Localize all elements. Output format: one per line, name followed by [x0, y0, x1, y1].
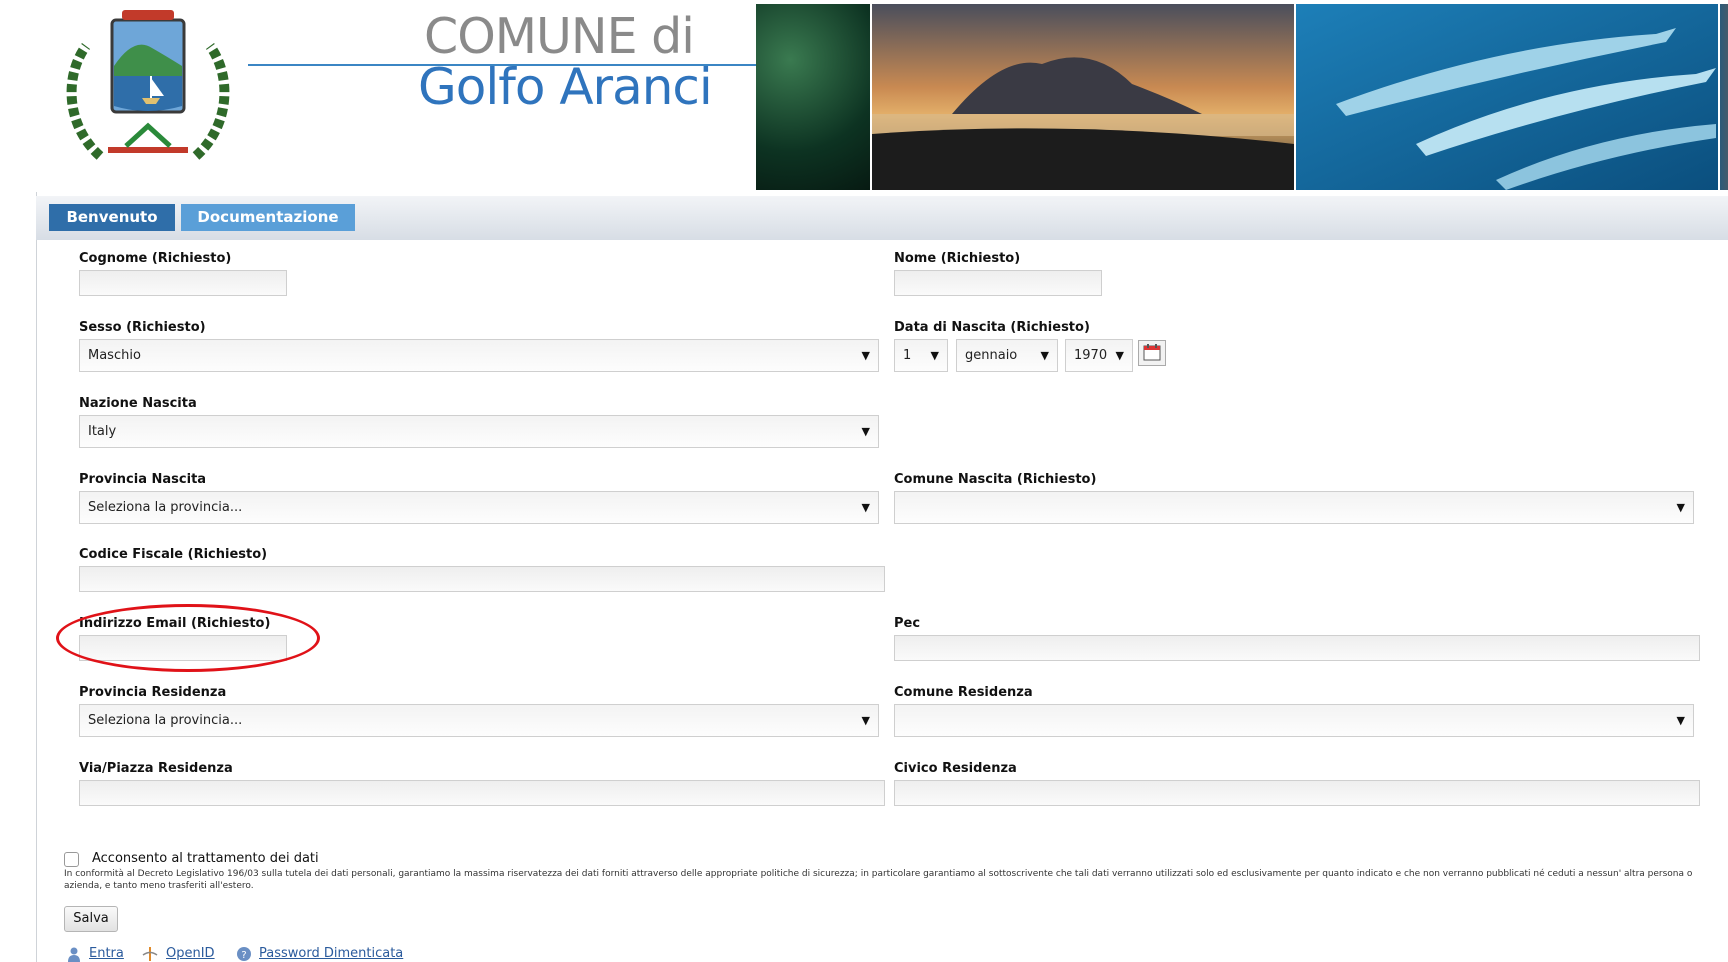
codice-fiscale-label: Codice Fiscale (Richiesto): [79, 547, 268, 562]
red-annotation-circle: [56, 604, 320, 672]
giorno-select[interactable]: 1 ▼: [894, 339, 948, 372]
chevron-down-icon: ▼: [1040, 349, 1049, 362]
giorno-value: 1: [903, 348, 912, 363]
pec-label: Pec: [894, 616, 921, 631]
password-reset-link[interactable]: Password Dimenticata: [259, 946, 403, 961]
nome-input[interactable]: [894, 270, 1102, 296]
tab-documentazione[interactable]: Documentazione: [181, 204, 355, 231]
pec-input[interactable]: [894, 635, 1700, 661]
provincia-residenza-label: Provincia Residenza: [79, 685, 227, 700]
sesso-select[interactable]: Maschio ▼: [79, 339, 879, 372]
help-icon: ?: [237, 947, 251, 961]
header-photo-edge: [1720, 4, 1728, 190]
nazione-select[interactable]: Italy ▼: [79, 415, 879, 448]
privacy-notice: In conformità al Decreto Legislativo 196…: [64, 869, 1693, 891]
via-label: Via/Piazza Residenza: [79, 761, 233, 776]
comune-nascita-select[interactable]: ▼: [894, 491, 1694, 524]
chevron-down-icon: ▼: [930, 349, 939, 362]
consent-label: Acconsento al trattamento dei dati: [92, 851, 319, 866]
sesso-value: Maschio: [88, 348, 141, 363]
header-photo-seaweed: [756, 4, 870, 190]
tab-benvenuto[interactable]: Benvenuto: [49, 204, 175, 231]
header-photo-sunset: [872, 4, 1294, 190]
cognome-label: Cognome (Richiesto): [79, 251, 232, 266]
calendar-button[interactable]: [1138, 340, 1166, 366]
nazione-value: Italy: [88, 424, 117, 439]
chevron-down-icon: ▼: [861, 349, 870, 362]
provincia-residenza-select[interactable]: Seleziona la provincia... ▼: [79, 704, 879, 737]
openid-icon: [142, 947, 158, 961]
cognome-input[interactable]: [79, 270, 287, 296]
save-button[interactable]: Salva: [64, 906, 118, 932]
civico-label: Civico Residenza: [894, 761, 1017, 776]
chevron-down-icon: ▼: [1115, 349, 1124, 362]
via-input[interactable]: [79, 780, 885, 806]
mese-value: gennaio: [965, 348, 1018, 363]
chevron-down-icon: ▼: [861, 714, 870, 727]
mese-select[interactable]: gennaio ▼: [956, 339, 1058, 372]
provincia-residenza-value: Seleziona la provincia...: [88, 713, 243, 728]
codice-fiscale-input[interactable]: [79, 566, 885, 592]
header-title-line2: Golfo Aranci: [418, 58, 713, 116]
nazione-label: Nazione Nascita: [79, 396, 197, 411]
login-link[interactable]: Entra: [89, 946, 124, 961]
sesso-label: Sesso (Richiesto): [79, 320, 206, 335]
consent-checkbox[interactable]: [64, 852, 79, 867]
comune-residenza-select[interactable]: ▼: [894, 704, 1694, 737]
comune-nascita-label: Comune Nascita (Richiesto): [894, 472, 1097, 487]
header-photo-fish: [1296, 4, 1718, 190]
openid-link[interactable]: OpenID: [166, 946, 215, 961]
anno-select[interactable]: 1970 ▼: [1065, 339, 1133, 372]
chevron-down-icon: ▼: [1676, 714, 1685, 727]
anno-value: 1970: [1074, 348, 1108, 363]
comune-residenza-label: Comune Residenza: [894, 685, 1033, 700]
provincia-nascita-value: Seleziona la provincia...: [88, 500, 243, 515]
civico-input[interactable]: [894, 780, 1700, 806]
calendar-icon: [1143, 344, 1161, 361]
chevron-down-icon: ▼: [861, 501, 870, 514]
data-nascita-label: Data di Nascita (Richiesto): [894, 320, 1090, 335]
svg-text:?: ?: [241, 950, 246, 961]
provincia-nascita-label: Provincia Nascita: [79, 472, 207, 487]
header-title-line1: COMUNE di: [424, 8, 695, 65]
chevron-down-icon: ▼: [861, 425, 870, 438]
nome-label: Nome (Richiesto): [894, 251, 1021, 266]
provincia-nascita-select[interactable]: Seleziona la provincia... ▼: [79, 491, 879, 524]
coat-of-arms-logo: [66, 10, 230, 160]
chevron-down-icon: ▼: [1676, 501, 1685, 514]
user-icon: [68, 947, 80, 962]
header-banner: COMUNE di Golfo Aranci: [36, 0, 1728, 192]
